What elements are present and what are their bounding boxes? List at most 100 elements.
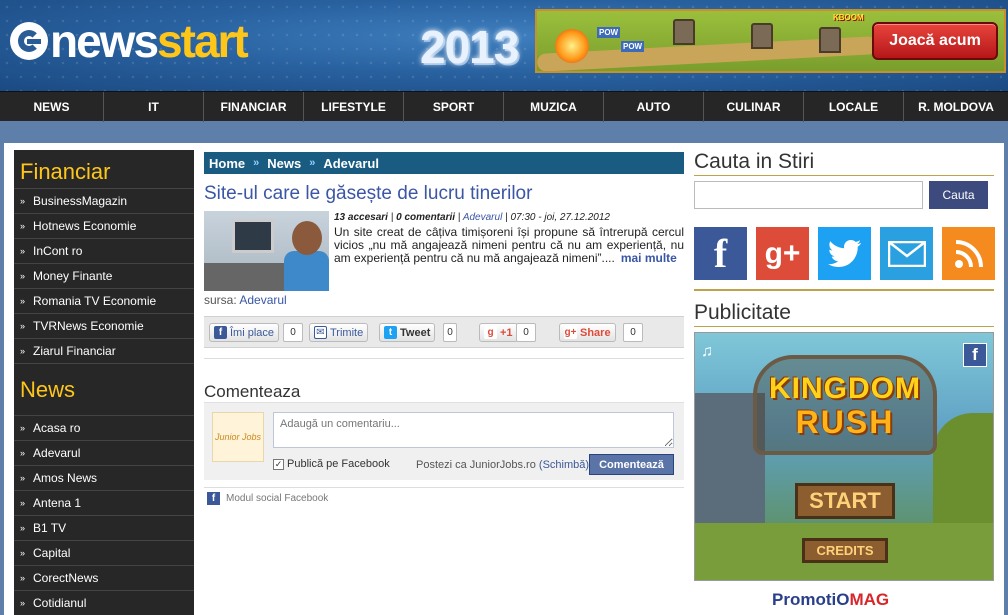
breadcrumb-adevarul[interactable]: Adevarul	[323, 156, 379, 171]
sidebar-item[interactable]: » Antena 1	[14, 490, 194, 515]
nav-auto[interactable]: AUTO	[604, 92, 704, 122]
nav-financiar[interactable]: FINANCIAR	[204, 92, 304, 122]
sidebar-item-label: BusinessMagazin	[33, 194, 128, 208]
banner-tower-icon	[819, 27, 841, 53]
breadcrumb-separator-icon: »	[253, 157, 260, 169]
tweet-count: 0	[443, 323, 457, 342]
sidebar-item[interactable]: » Acasa ro	[14, 415, 194, 440]
nav-culinar[interactable]: CULINAR	[704, 92, 804, 122]
article-thumbnail[interactable]	[204, 211, 329, 291]
kingdom-rush-ad[interactable]: KINGDOM RUSH START CREDITS f ♫	[694, 332, 994, 581]
google-plus-one-button[interactable]: g +1	[479, 323, 518, 342]
sidebar-item[interactable]: » B1 TV	[14, 515, 194, 540]
sidebar-item[interactable]: » Capital	[14, 540, 194, 565]
sidebar-item[interactable]: » Ziarul Financiar	[14, 338, 194, 363]
right-sidebar: Cauta in Stiri Cauta f g+ Publicitate KI…	[694, 150, 995, 609]
switch-account-link[interactable]: (Schimbă)	[539, 459, 589, 471]
promotiomag-logo[interactable]: PromotiOMAG	[772, 590, 889, 615]
breadcrumb-home[interactable]: Home	[209, 156, 245, 171]
source-label: sursa:	[204, 293, 237, 307]
twitter-bird-glyph	[827, 239, 861, 267]
gplus-label: +1	[500, 326, 513, 339]
sidebar-item-label: Money Finante	[33, 269, 113, 283]
tweet-button[interactable]: t Tweet	[379, 323, 436, 342]
facebook-like-button[interactable]: f Îmi place	[209, 323, 280, 342]
article-title[interactable]: Site-ul care le găsește de lucru tineril…	[204, 183, 684, 211]
sidebar-item[interactable]: » Adevarul	[14, 440, 194, 465]
plugin-label[interactable]: Modul social Facebook	[226, 493, 328, 504]
source-link[interactable]: Adevarul	[239, 293, 286, 307]
sidebar-item[interactable]: » Cotidianul	[14, 590, 194, 615]
sidebar-item-label: B1 TV	[33, 521, 67, 535]
sidebar-item[interactable]: » TVRNews Economie	[14, 313, 194, 338]
sidebar-item[interactable]: » Amos News	[14, 465, 194, 490]
article-comments-count[interactable]: 0 comentarii	[396, 212, 455, 223]
left-sidebar: Financiar » BusinessMagazin » Hotnews Econ…	[14, 150, 194, 615]
thumbnail-monitor	[232, 219, 274, 253]
read-more-link[interactable]: mai multe	[621, 251, 677, 265]
post-as-label: Postezi ca JuniorJobs.ro (Schimbă)	[416, 459, 589, 471]
submit-comment-button[interactable]: Comentează	[589, 454, 674, 475]
sidebar-item[interactable]: » Hotnews Economie	[14, 213, 194, 238]
rss-icon[interactable]	[942, 227, 995, 280]
like-label: Îmi place	[230, 326, 275, 339]
facebook-icon[interactable]: f	[694, 227, 747, 280]
sidebar-item[interactable]: » Romania TV Economie	[14, 288, 194, 313]
play-now-button[interactable]: Joacă acum	[872, 22, 998, 60]
sidebar-item[interactable]: » BusinessMagazin	[14, 188, 194, 213]
publish-facebook-checkbox[interactable]: ✓ Publică pe Facebook	[273, 458, 390, 470]
article-summary: 13 accesari | 0 comentarii | Adevarul | …	[204, 211, 684, 293]
breadcrumb-news[interactable]: News	[267, 156, 301, 171]
social-share-bar: f Îmi place 0 ✉ Trimite t Tweet 0 g +1 0 g+ S…	[204, 316, 684, 348]
send-label: Trimite	[330, 326, 364, 339]
like-count: 0	[283, 323, 303, 342]
nav-lifestyle[interactable]: LIFESTYLE	[304, 92, 404, 122]
post-as-text: Postezi ca JuniorJobs.ro	[416, 459, 536, 471]
twitter-icon[interactable]	[818, 227, 871, 280]
sidebar-item-label: Antena 1	[33, 496, 82, 510]
game-banner-ad[interactable]: POW POW KBOOM Joacă acum	[535, 9, 1006, 73]
logo-start-text: start	[157, 15, 249, 67]
search-input[interactable]	[694, 181, 923, 209]
nav-muzica[interactable]: MUZICA	[504, 92, 604, 122]
nav-it[interactable]: IT	[104, 92, 204, 122]
bullet-icon: »	[20, 196, 26, 206]
article-source-link[interactable]: Adevarul	[463, 212, 502, 223]
ad-start-button[interactable]: START	[795, 483, 895, 519]
nav-locale[interactable]: LOCALE	[804, 92, 904, 122]
site-logo[interactable]: news start	[10, 15, 249, 67]
bullet-icon: »	[20, 296, 26, 306]
sidebar-item[interactable]: » Money Finante	[14, 263, 194, 288]
nav-sport[interactable]: SPORT	[404, 92, 504, 122]
bullet-icon: »	[20, 271, 26, 281]
sidebar-item-label: Hotnews Economie	[33, 219, 137, 233]
bullet-icon: »	[20, 473, 26, 483]
sidebar-item[interactable]: » InCont ro	[14, 238, 194, 263]
google-share-button[interactable]: g+ Share	[559, 323, 616, 342]
sidebar-item-label: Romania TV Economie	[33, 294, 157, 308]
facebook-icon[interactable]: f	[963, 343, 987, 367]
nav-news[interactable]: NEWS	[0, 92, 104, 122]
send-icon: ✉	[314, 326, 327, 339]
google-plus-icon[interactable]: g+	[756, 227, 809, 280]
email-icon[interactable]	[880, 227, 933, 280]
ad-credits-button[interactable]: CREDITS	[802, 538, 888, 563]
bullet-icon: »	[20, 598, 26, 608]
nav-r-moldova[interactable]: R. MOLDOVA	[904, 92, 1008, 122]
search-form: Cauta	[694, 181, 994, 221]
facebook-send-button[interactable]: ✉ Trimite	[309, 323, 369, 342]
sidebar-item[interactable]: » CorectNews	[14, 565, 194, 590]
music-note-icon[interactable]: ♫	[701, 343, 713, 361]
tweet-label: Tweet	[400, 326, 431, 339]
article-views: 13 accesari	[334, 212, 388, 223]
bullet-icon: »	[20, 498, 26, 508]
sidebar-item-label: Acasa ro	[33, 421, 81, 435]
comment-input[interactable]	[273, 412, 674, 448]
breadcrumb: Home » News » Adevarul	[204, 152, 684, 174]
bullet-icon: »	[20, 548, 26, 558]
search-button[interactable]: Cauta	[929, 181, 988, 209]
banner-pow-label: POW	[597, 27, 621, 38]
bullet-icon: »	[20, 523, 26, 533]
logo-news-text: news	[50, 15, 159, 67]
bullet-icon: »	[20, 246, 26, 256]
